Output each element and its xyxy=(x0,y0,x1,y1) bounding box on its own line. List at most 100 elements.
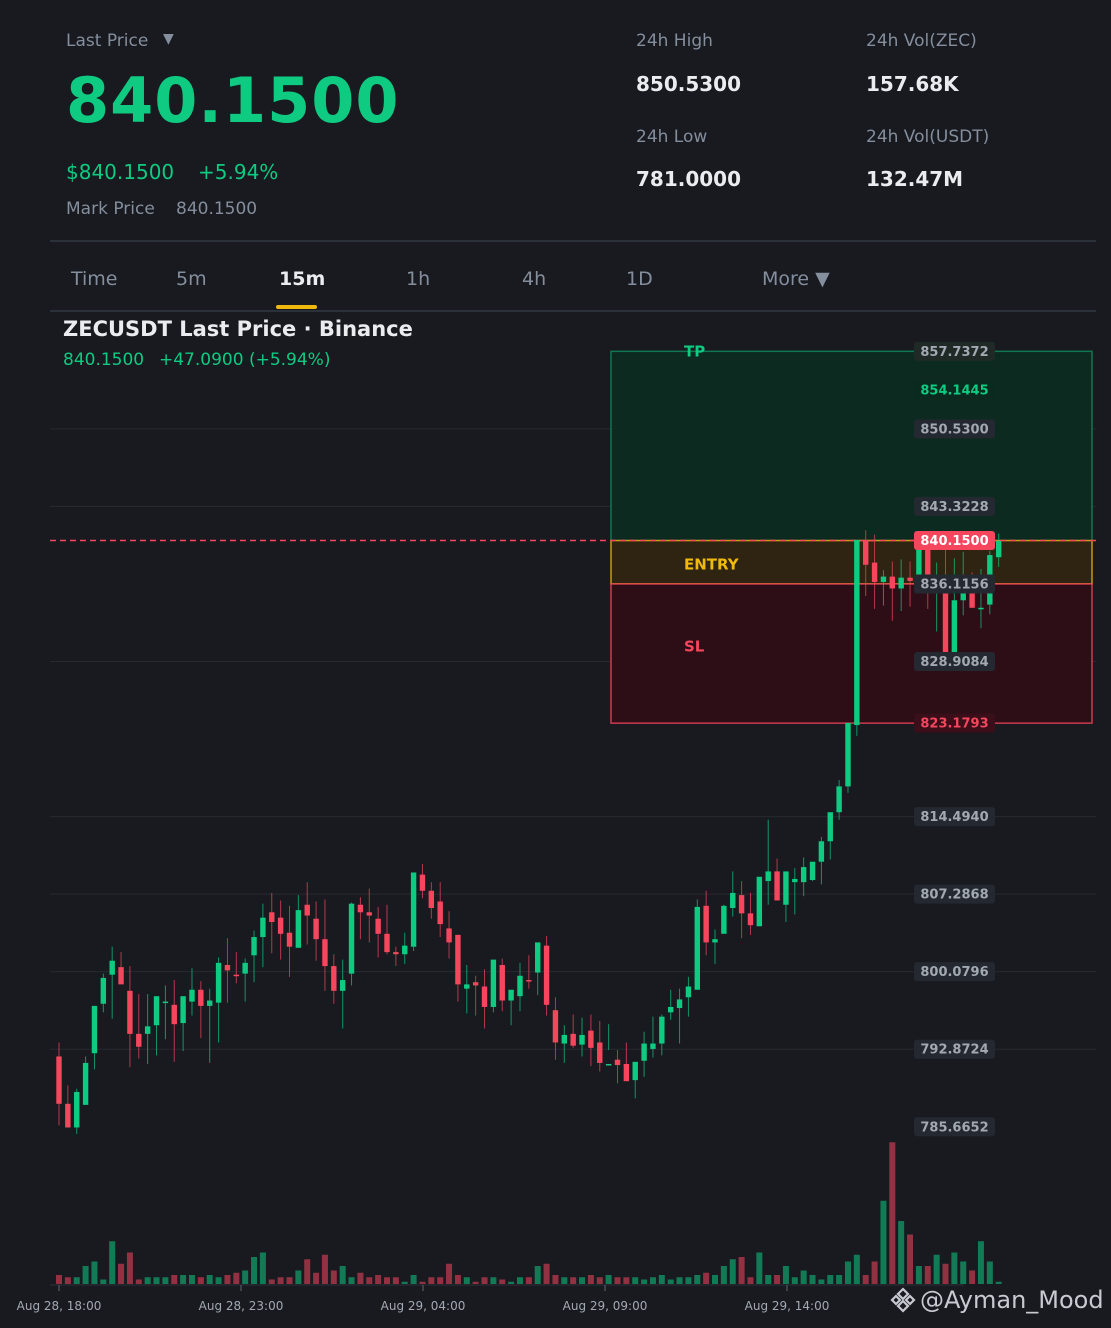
candle-body xyxy=(800,867,807,883)
candle-body xyxy=(56,1056,62,1104)
candle-body xyxy=(207,1000,213,1006)
volume-bar xyxy=(862,1275,869,1284)
volume-bar xyxy=(552,1275,559,1284)
tp-label: TP xyxy=(684,342,705,360)
volume-bar xyxy=(339,1266,346,1284)
candle-body xyxy=(854,540,860,726)
volume-bar xyxy=(924,1266,931,1284)
candle-body xyxy=(605,1063,612,1066)
candle-body xyxy=(136,1033,142,1047)
y-axis-label: 792.8724 xyxy=(920,1043,988,1058)
candle-body xyxy=(517,975,523,997)
volume-bar xyxy=(747,1277,754,1284)
chart-price: 840.1500 xyxy=(63,350,145,370)
candle-body xyxy=(685,986,692,998)
volume-bar xyxy=(720,1266,727,1284)
candle-body xyxy=(260,917,266,938)
price-chart[interactable]: TP ENTRY SL 857.7372 854.1445 850.5300 843.32… xyxy=(0,0,1111,1328)
volume-bar xyxy=(313,1272,320,1284)
candle-body xyxy=(703,905,709,943)
volume-bar xyxy=(490,1277,497,1284)
candle-body xyxy=(951,600,958,655)
candle-body xyxy=(455,934,461,985)
volume-bar xyxy=(126,1252,133,1284)
volume-bar xyxy=(933,1254,940,1284)
candle-body xyxy=(384,933,390,953)
candle-body xyxy=(978,607,984,610)
y-axis-label: 857.7372 xyxy=(920,345,988,360)
candle-body xyxy=(756,876,763,927)
candle-body xyxy=(818,841,825,862)
volume-bar xyxy=(818,1279,825,1284)
y-axis-label-stop: 823.1793 xyxy=(920,717,988,732)
volume-bar xyxy=(951,1252,958,1284)
candle-body xyxy=(889,576,896,589)
volume-bar xyxy=(525,1277,532,1284)
volume-bar xyxy=(64,1277,71,1284)
volume-bar xyxy=(135,1279,142,1284)
volume-bar xyxy=(304,1259,311,1284)
candle-body xyxy=(91,1005,98,1054)
candle-body xyxy=(641,1043,647,1061)
candle-body xyxy=(579,1034,585,1045)
volume-bar xyxy=(729,1259,736,1284)
volume-bar xyxy=(960,1261,967,1284)
y-axis-label: 785.6652 xyxy=(920,1120,988,1135)
candle-body xyxy=(632,1061,638,1081)
volume-bar xyxy=(836,1275,843,1284)
candle-body xyxy=(588,1030,594,1048)
volume-bar xyxy=(109,1241,116,1284)
volume-bar xyxy=(782,1266,789,1284)
volume-bar xyxy=(472,1281,479,1284)
candle-body xyxy=(233,974,239,977)
candle-body xyxy=(180,996,186,1024)
y-axis-label-last-price: 840.1500 xyxy=(920,534,988,549)
volume-bar xyxy=(658,1275,665,1284)
y-axis-label: 843.3228 xyxy=(920,500,988,515)
volume-bar xyxy=(206,1275,213,1284)
candle-body xyxy=(82,1062,89,1105)
volume-bar xyxy=(712,1275,719,1284)
volume-bar xyxy=(516,1277,523,1284)
candle-body xyxy=(995,541,1002,558)
candle-body xyxy=(490,959,497,1007)
volume-bar xyxy=(419,1281,426,1284)
volume-bar xyxy=(880,1200,887,1284)
volume-bar xyxy=(977,1241,984,1284)
volume-bar xyxy=(330,1270,337,1284)
volume-bar xyxy=(907,1234,914,1284)
candle-body xyxy=(481,986,488,1007)
volume-bar xyxy=(800,1270,807,1284)
candle-body xyxy=(171,1004,177,1025)
volume-bar xyxy=(871,1261,878,1284)
candle-body xyxy=(464,984,470,989)
volume-bar xyxy=(144,1277,151,1284)
candle-body xyxy=(109,960,115,975)
y-axis-label: 850.5300 xyxy=(920,422,988,437)
candle-body xyxy=(570,1033,576,1046)
volume-bar xyxy=(623,1277,630,1284)
volume-bar xyxy=(454,1275,461,1284)
volume-bar xyxy=(410,1275,417,1284)
candle-body xyxy=(712,939,718,943)
candle-body xyxy=(765,871,771,882)
candle-body xyxy=(118,967,124,985)
volume-bar xyxy=(180,1275,187,1284)
volume-bar xyxy=(534,1266,541,1284)
y-axis-label: 800.0796 xyxy=(920,965,988,980)
candle-body xyxy=(100,977,107,1004)
volume-bar xyxy=(596,1277,603,1284)
candle-body xyxy=(437,901,443,925)
volume-bar xyxy=(499,1279,506,1284)
volume-bar xyxy=(579,1277,586,1284)
candle-body xyxy=(614,1059,621,1066)
volume-bar xyxy=(348,1277,355,1284)
candle-body xyxy=(623,1063,630,1082)
candle-body xyxy=(269,912,275,922)
candle-body xyxy=(127,990,133,1034)
candle-body xyxy=(836,786,842,813)
volume-bar xyxy=(82,1266,89,1284)
candle-body xyxy=(827,812,833,842)
candle-body xyxy=(162,1001,169,1004)
candle-body xyxy=(871,562,878,582)
